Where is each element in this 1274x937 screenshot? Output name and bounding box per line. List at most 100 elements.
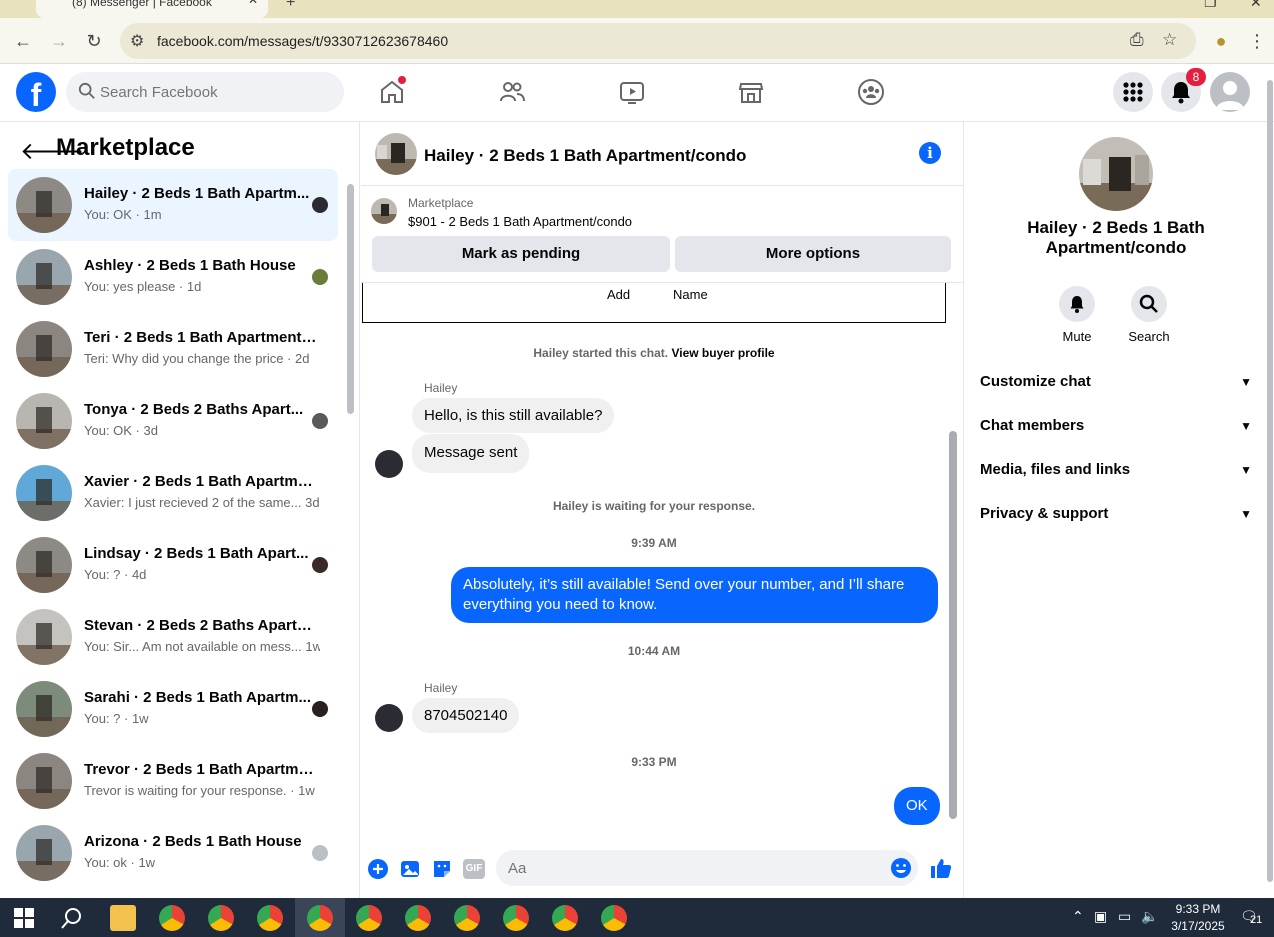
mute-button[interactable] bbox=[1059, 286, 1095, 322]
view-buyer-profile-link[interactable]: View buyer profile bbox=[671, 346, 774, 360]
file-explorer-icon[interactable] bbox=[110, 905, 136, 931]
conversation-item[interactable]: Hailey · 2 Beds 1 Bath Apartm... You: OK … bbox=[8, 169, 338, 241]
section-media-files-links[interactable]: Media, files and links ▼ bbox=[980, 450, 1252, 490]
mark-as-pending-button[interactable]: Mark as pending bbox=[372, 236, 670, 272]
name-label[interactable]: Name bbox=[673, 287, 708, 302]
incoming-message[interactable]: 8704502140 bbox=[412, 698, 520, 733]
message-input[interactable] bbox=[508, 850, 878, 886]
conversation-item[interactable]: Arizona · 2 Beds 1 Bath House You: ok · 1… bbox=[8, 817, 338, 889]
tray-expand-icon[interactable]: ⌃ bbox=[1072, 908, 1084, 925]
message-thread[interactable]: Add Name Hailey started this chat. View … bbox=[361, 283, 963, 841]
thread-scrollbar-thumb[interactable] bbox=[949, 431, 957, 819]
thumbs-up-icon[interactable] bbox=[929, 856, 953, 880]
facebook-logo-icon[interactable]: f bbox=[16, 72, 56, 112]
details-listing-photo[interactable] bbox=[1079, 137, 1153, 211]
listing-thumbnail[interactable] bbox=[371, 198, 397, 224]
search-action[interactable]: Search bbox=[1124, 286, 1174, 344]
browser-menu-icon[interactable]: ⋮ bbox=[1244, 28, 1270, 54]
chrome-icon[interactable] bbox=[552, 905, 578, 931]
chrome-icon[interactable] bbox=[454, 905, 480, 931]
nav-home[interactable] bbox=[372, 74, 412, 114]
section-privacy-support[interactable]: Privacy & support ▼ bbox=[980, 494, 1252, 534]
bookmark-star-icon[interactable]: ☆ bbox=[1162, 30, 1177, 50]
sender-avatar[interactable] bbox=[375, 704, 403, 732]
taskbar-search-icon[interactable] bbox=[61, 907, 83, 929]
sender-avatar[interactable] bbox=[375, 450, 403, 478]
page-scrollbar[interactable] bbox=[1266, 70, 1274, 896]
conversation-thumbnail bbox=[16, 321, 72, 377]
page-scrollbar-thumb[interactable] bbox=[1267, 80, 1273, 882]
listing-photo-icon bbox=[16, 537, 72, 593]
conversation-item[interactable]: Lindsay · 2 Beds 1 Bath Apart... You: ? ·… bbox=[8, 529, 338, 601]
chat-title[interactable]: Hailey · 2 Beds 1 Bath Apartment/condo bbox=[424, 146, 746, 166]
emoji-icon[interactable] bbox=[890, 857, 912, 879]
conversation-preview: Xavier: I just recieved 2 of the same...… bbox=[84, 495, 320, 510]
listing-detail[interactable]: $901 - 2 Beds 1 Bath Apartment/condo bbox=[408, 214, 632, 229]
account-avatar[interactable] bbox=[1210, 72, 1250, 112]
chrome-icon[interactable] bbox=[601, 905, 627, 931]
add-label[interactable]: Add bbox=[607, 287, 630, 302]
mute-action[interactable]: Mute bbox=[1052, 286, 1102, 344]
close-tab-icon[interactable]: ✕ bbox=[248, 0, 258, 6]
conversation-item[interactable]: Ashley · 2 Beds 1 Bath House You: yes ple… bbox=[8, 241, 338, 313]
thread-scrollbar[interactable] bbox=[947, 283, 959, 831]
chrome-icon[interactable] bbox=[307, 905, 333, 931]
nav-video[interactable] bbox=[612, 74, 652, 114]
windows-start-icon[interactable] bbox=[14, 908, 34, 928]
system-clock[interactable]: 9:33 PM 3/17/2025 bbox=[1160, 901, 1236, 935]
listing-photo-icon bbox=[16, 753, 72, 809]
outgoing-message[interactable]: OK bbox=[894, 787, 940, 825]
conversation-item[interactable]: Teri · 2 Beds 1 Bath Apartment/c... Teri:… bbox=[8, 313, 338, 385]
sticker-icon[interactable] bbox=[431, 858, 453, 880]
close-window-icon[interactable]: ✕ bbox=[1250, 0, 1262, 11]
restore-window-icon[interactable]: ❐ bbox=[1204, 0, 1217, 11]
more-options-button[interactable]: More options bbox=[675, 236, 951, 272]
network-icon[interactable]: ▭ bbox=[1118, 908, 1131, 925]
install-app-icon[interactable]: ⎙ bbox=[1130, 30, 1144, 50]
chrome-icon[interactable] bbox=[356, 905, 382, 931]
marketplace-sidebar: 🡐 Marketplace Hailey · 2 Beds 1 Bath Apa… bbox=[0, 122, 360, 898]
chrome-icon[interactable] bbox=[208, 905, 234, 931]
conversation-item[interactable]: Stevan · 2 Beds 2 Baths Apartme... You: S… bbox=[8, 601, 338, 673]
waiting-notice: Hailey is waiting for your response. bbox=[552, 499, 756, 513]
tray-app-icon[interactable]: ▣ bbox=[1094, 908, 1107, 925]
nav-friends[interactable] bbox=[492, 74, 532, 114]
nav-groups[interactable] bbox=[851, 74, 891, 114]
reload-icon[interactable]: ↻ bbox=[81, 28, 107, 54]
listing-photo-icon bbox=[16, 465, 72, 521]
back-icon[interactable]: ← bbox=[10, 28, 36, 54]
incoming-message[interactable]: Message sent bbox=[412, 434, 530, 473]
sidebar-scrollbar[interactable] bbox=[346, 174, 354, 898]
conversation-item[interactable]: Tonya · 2 Beds 2 Baths Apart... You: OK ·… bbox=[8, 385, 338, 457]
nav-marketplace[interactable] bbox=[731, 74, 771, 114]
browser-tab-messenger[interactable]: (8) Messenger | Facebook ✕ bbox=[36, 0, 268, 18]
chrome-icon[interactable] bbox=[257, 905, 283, 931]
chat-listing-photo[interactable] bbox=[375, 133, 417, 175]
facebook-search-input[interactable] bbox=[100, 72, 330, 112]
plus-circle-icon[interactable] bbox=[367, 858, 389, 880]
search-in-chat-button[interactable] bbox=[1131, 286, 1167, 322]
gif-icon[interactable]: GIF bbox=[463, 859, 485, 879]
address-bar[interactable]: ⚙ facebook.com/messages/t/93307126236784… bbox=[120, 23, 1196, 59]
sidebar-scrollbar-thumb[interactable] bbox=[347, 184, 354, 414]
incoming-message[interactable]: Hello, is this still available? bbox=[412, 398, 615, 433]
message-field[interactable] bbox=[496, 850, 918, 886]
facebook-search[interactable] bbox=[66, 72, 344, 112]
menu-button[interactable] bbox=[1113, 72, 1153, 112]
conversation-item[interactable]: Trevor · 2 Beds 1 Bath Apartmen... Trevor… bbox=[8, 745, 338, 817]
chrome-icon[interactable] bbox=[159, 905, 185, 931]
site-info-icon[interactable]: ⚙ bbox=[130, 31, 144, 51]
photo-icon[interactable] bbox=[399, 858, 421, 880]
forward-icon[interactable]: → bbox=[46, 28, 72, 54]
new-tab-icon[interactable]: + bbox=[286, 0, 295, 12]
chrome-icon[interactable] bbox=[503, 905, 529, 931]
profile-icon[interactable]: ● bbox=[1208, 28, 1234, 54]
chrome-icon[interactable] bbox=[405, 905, 431, 931]
volume-icon[interactable]: 🔈 bbox=[1141, 908, 1158, 925]
section-customize-chat[interactable]: Customize chat ▼ bbox=[980, 362, 1252, 402]
outgoing-message[interactable]: Absolutely, it’s still available! Send o… bbox=[451, 567, 938, 623]
conversation-item[interactable]: Sarahi · 2 Beds 1 Bath Apartm... You: ? ·… bbox=[8, 673, 338, 745]
conversation-item[interactable]: Xavier · 2 Beds 1 Bath Apartmen... Xavier… bbox=[8, 457, 338, 529]
info-icon[interactable]: i bbox=[919, 142, 941, 164]
section-chat-members[interactable]: Chat members ▼ bbox=[980, 406, 1252, 446]
